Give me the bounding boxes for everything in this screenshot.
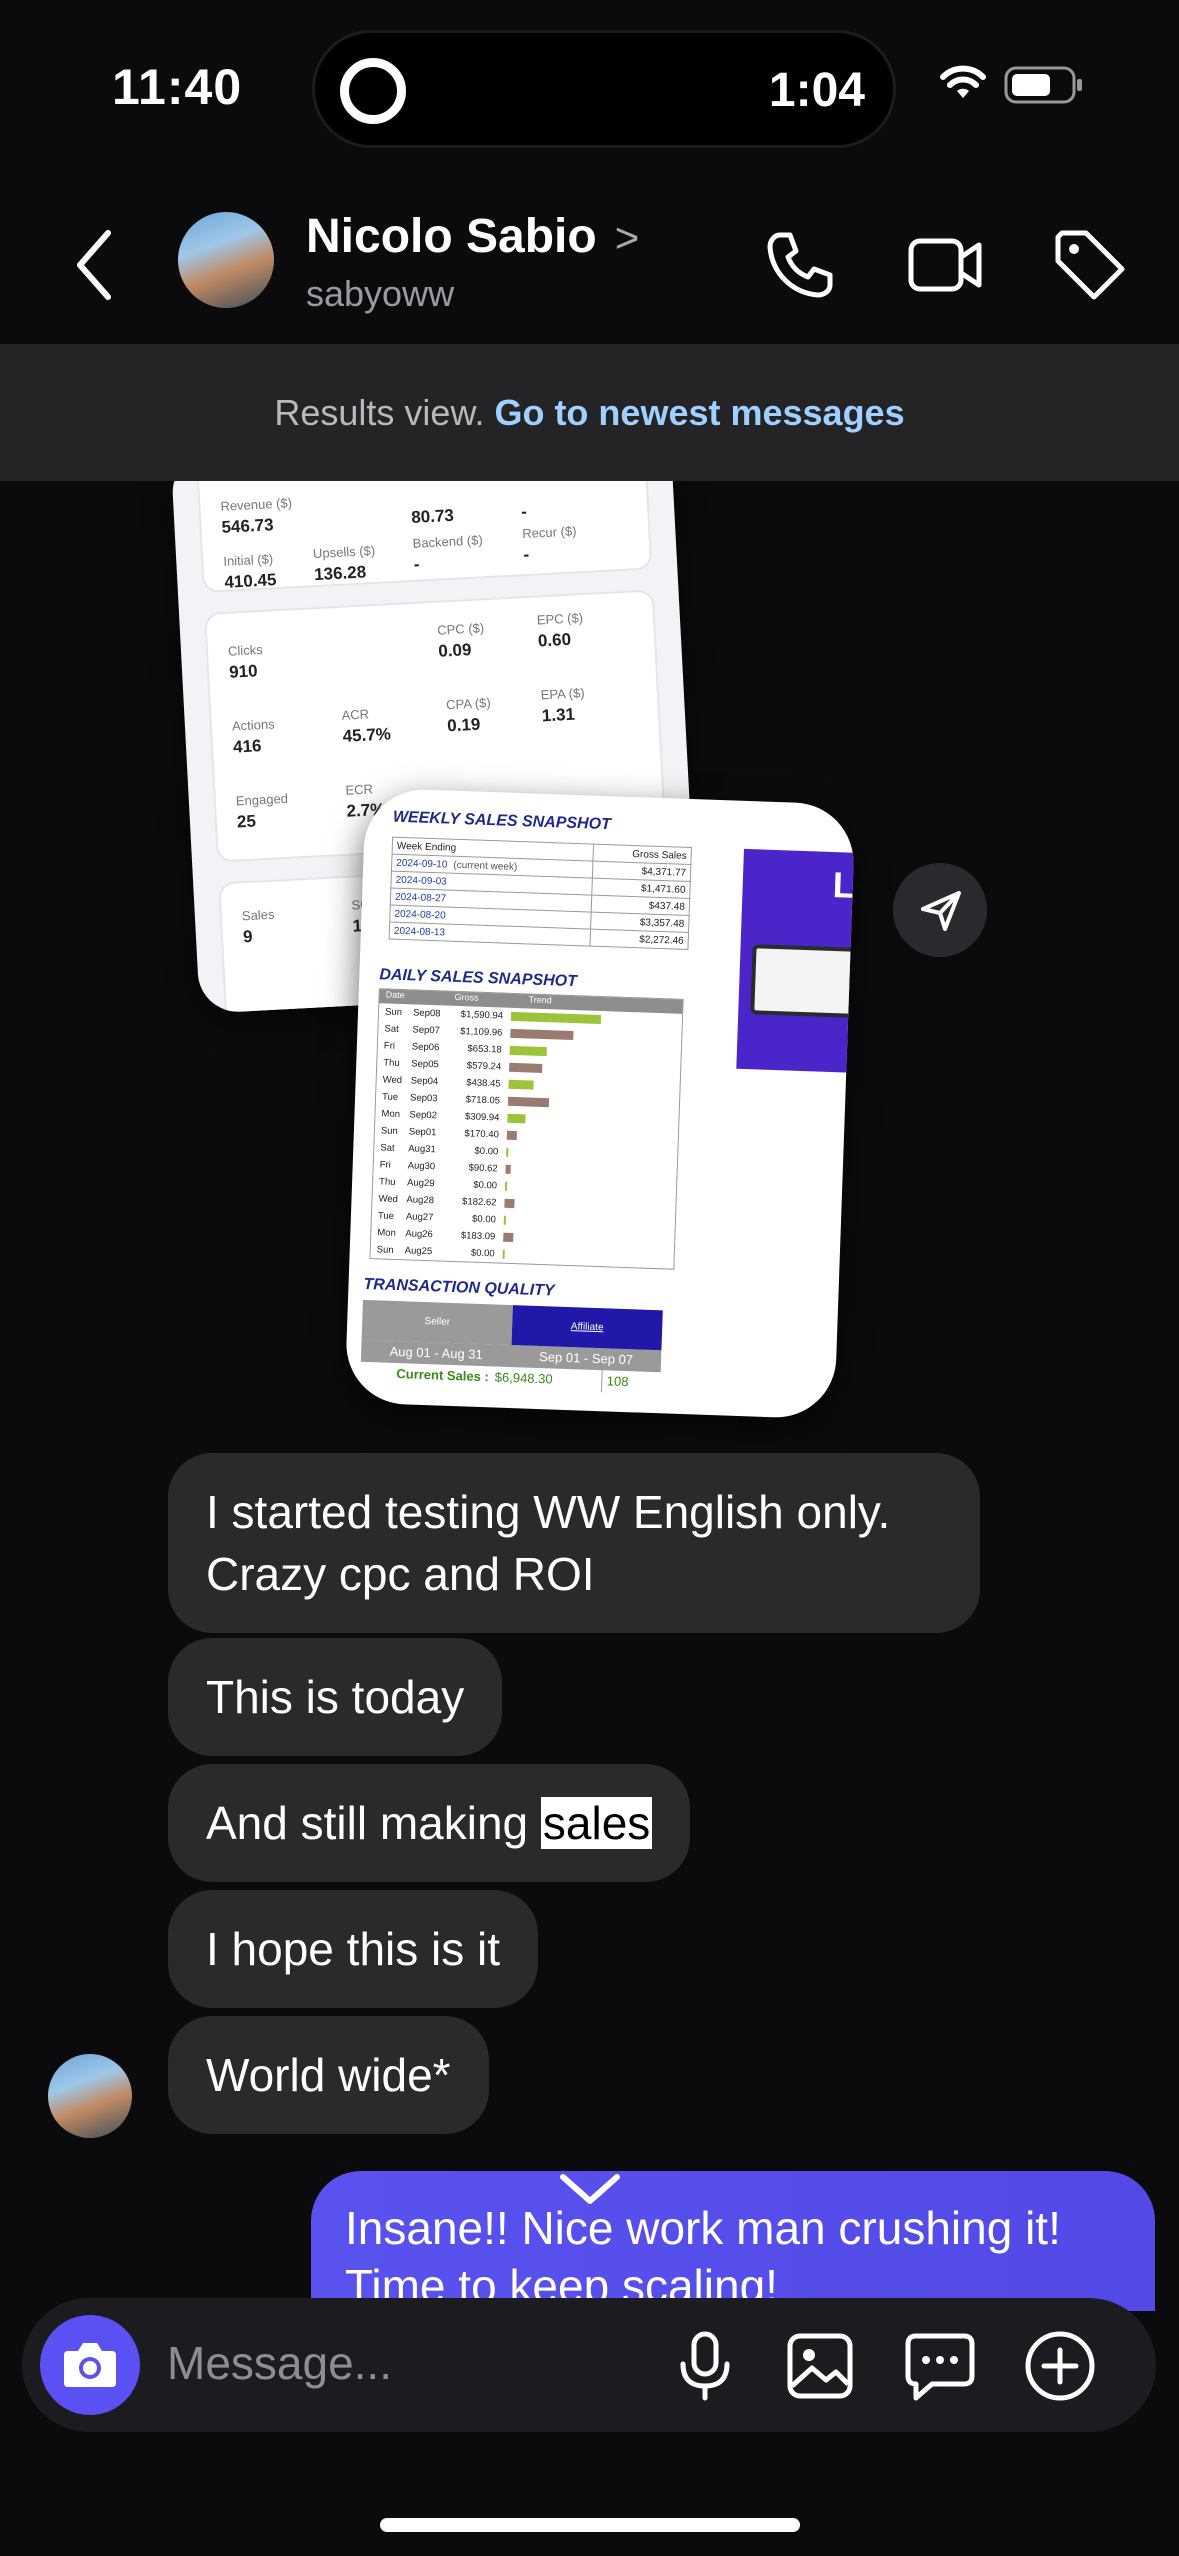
call-activity-icon bbox=[340, 58, 406, 124]
trend-bar bbox=[510, 1011, 602, 1024]
trend-bar bbox=[503, 1232, 514, 1243]
sticker-chat-icon[interactable] bbox=[902, 2328, 978, 2404]
message-text: Insane!! Nice work man crushing it! bbox=[345, 2202, 1061, 2254]
message-bubble[interactable]: World wide* bbox=[168, 2016, 489, 2134]
message-bubble[interactable]: This is today bbox=[168, 1638, 503, 1756]
dynamic-island[interactable]: 1:04 bbox=[312, 30, 896, 148]
transaction-quality-panel: Seller Affiliate Aug 01 - Aug 31 Sep 01 … bbox=[360, 1299, 663, 1395]
chevron-right-icon: > bbox=[614, 214, 640, 261]
battery-icon bbox=[1004, 66, 1082, 104]
share-send-icon[interactable] bbox=[893, 863, 987, 957]
message-text: I started testing WW English only. bbox=[206, 1486, 891, 1538]
sales-snapshot-image[interactable]: Weekly Sales Snapshot LA Week Ending Gros… bbox=[344, 787, 856, 1420]
trend-bar bbox=[504, 1181, 508, 1191]
plus-circle-icon[interactable] bbox=[1022, 2328, 1098, 2404]
weekly-sales-table: Week Ending Gross Sales 2024-09-10 (curren… bbox=[389, 837, 692, 950]
promo-banner-image: LA bbox=[736, 848, 856, 1073]
camera-icon bbox=[64, 2343, 116, 2387]
message-text: This is today bbox=[206, 1671, 465, 1723]
promo-tag: LA bbox=[832, 864, 856, 907]
trend-bar bbox=[507, 1096, 549, 1108]
trend-bar bbox=[504, 1198, 515, 1209]
search-highlight: sales bbox=[540, 1797, 653, 1849]
weekly-sales-title: Weekly Sales Snapshot bbox=[392, 808, 612, 834]
status-bar: 11:40 1:04 bbox=[0, 0, 1179, 170]
current-sales-count: 108 bbox=[601, 1370, 661, 1395]
video-call-icon[interactable] bbox=[905, 225, 985, 305]
daily-sales-table: Date Gross Trend Sun Sep08 $1,590.94 Sat Sep07… bbox=[369, 988, 684, 1270]
microphone-icon[interactable] bbox=[667, 2328, 743, 2404]
sent-message-bubble[interactable]: Insane!! Nice work man crushing it! Time… bbox=[311, 2171, 1155, 2311]
laptop-graphic bbox=[750, 944, 856, 1018]
message-text: World wide* bbox=[206, 2049, 451, 2101]
trend-bar bbox=[505, 1164, 511, 1174]
chat-header: Nicolo Sabio > sabyoww bbox=[0, 185, 1179, 345]
contact-handle: sabyoww bbox=[306, 273, 455, 314]
message-text: And still making bbox=[206, 1797, 541, 1849]
daily-sales-title: Daily Sales Snapshot bbox=[379, 966, 578, 991]
message-list[interactable]: Revenue ($) 546.73 80.73 - Initial ($) 410… bbox=[0, 481, 1179, 2311]
message-bubble[interactable]: And still making sales bbox=[168, 1764, 691, 1882]
tab-affiliate: Affiliate bbox=[511, 1305, 663, 1351]
scroll-down-chevron-icon[interactable] bbox=[555, 2169, 625, 2209]
banner-text: Results view. bbox=[274, 392, 495, 433]
contact-avatar[interactable] bbox=[178, 212, 274, 308]
message-text: Crazy cpc and ROI bbox=[206, 1548, 595, 1600]
call-timer: 1:04 bbox=[768, 64, 865, 117]
trend-bar bbox=[506, 1147, 509, 1157]
home-indicator[interactable] bbox=[380, 2518, 800, 2532]
phone-icon[interactable] bbox=[760, 225, 840, 305]
message-bubble[interactable]: I hope this is it bbox=[168, 1890, 539, 2008]
current-sales-label: Current Sales : bbox=[396, 1366, 490, 1385]
trend-bar bbox=[509, 1045, 547, 1057]
tab-seller: Seller bbox=[361, 1299, 513, 1346]
contact-name[interactable]: Nicolo Sabio > bbox=[306, 209, 639, 264]
revenue-card: Revenue ($) 546.73 80.73 - Initial ($) 410… bbox=[195, 481, 653, 593]
trend-bar bbox=[509, 1062, 543, 1073]
camera-button[interactable] bbox=[40, 2315, 140, 2415]
transaction-quality-title: Transaction Quality bbox=[363, 1275, 555, 1300]
go-to-newest-link[interactable]: Go to newest messages bbox=[494, 392, 904, 433]
message-text: I hope this is it bbox=[206, 1923, 501, 1975]
trend-bar bbox=[510, 1028, 574, 1041]
message-input[interactable]: Message... bbox=[167, 2336, 392, 2390]
wifi-icon bbox=[940, 65, 986, 98]
message-composer: Message... bbox=[22, 2298, 1156, 2432]
tag-icon[interactable] bbox=[1050, 225, 1130, 305]
sender-avatar[interactable] bbox=[48, 2054, 132, 2138]
trend-bar bbox=[508, 1079, 534, 1090]
gallery-icon[interactable] bbox=[782, 2328, 858, 2404]
status-time: 11:40 bbox=[112, 59, 243, 115]
trend-bar bbox=[503, 1215, 507, 1225]
trend-bar bbox=[507, 1113, 526, 1124]
contact-name-text: Nicolo Sabio bbox=[306, 210, 597, 263]
trend-bar bbox=[502, 1249, 505, 1259]
back-chevron-icon[interactable] bbox=[70, 225, 120, 305]
message-bubble[interactable]: I started testing WW English only. Crazy… bbox=[168, 1453, 980, 1633]
trend-bar bbox=[506, 1130, 517, 1141]
current-sales-value: $6,948.30 bbox=[494, 1369, 553, 1387]
results-view-banner: Results view. Go to newest messages bbox=[0, 344, 1179, 481]
